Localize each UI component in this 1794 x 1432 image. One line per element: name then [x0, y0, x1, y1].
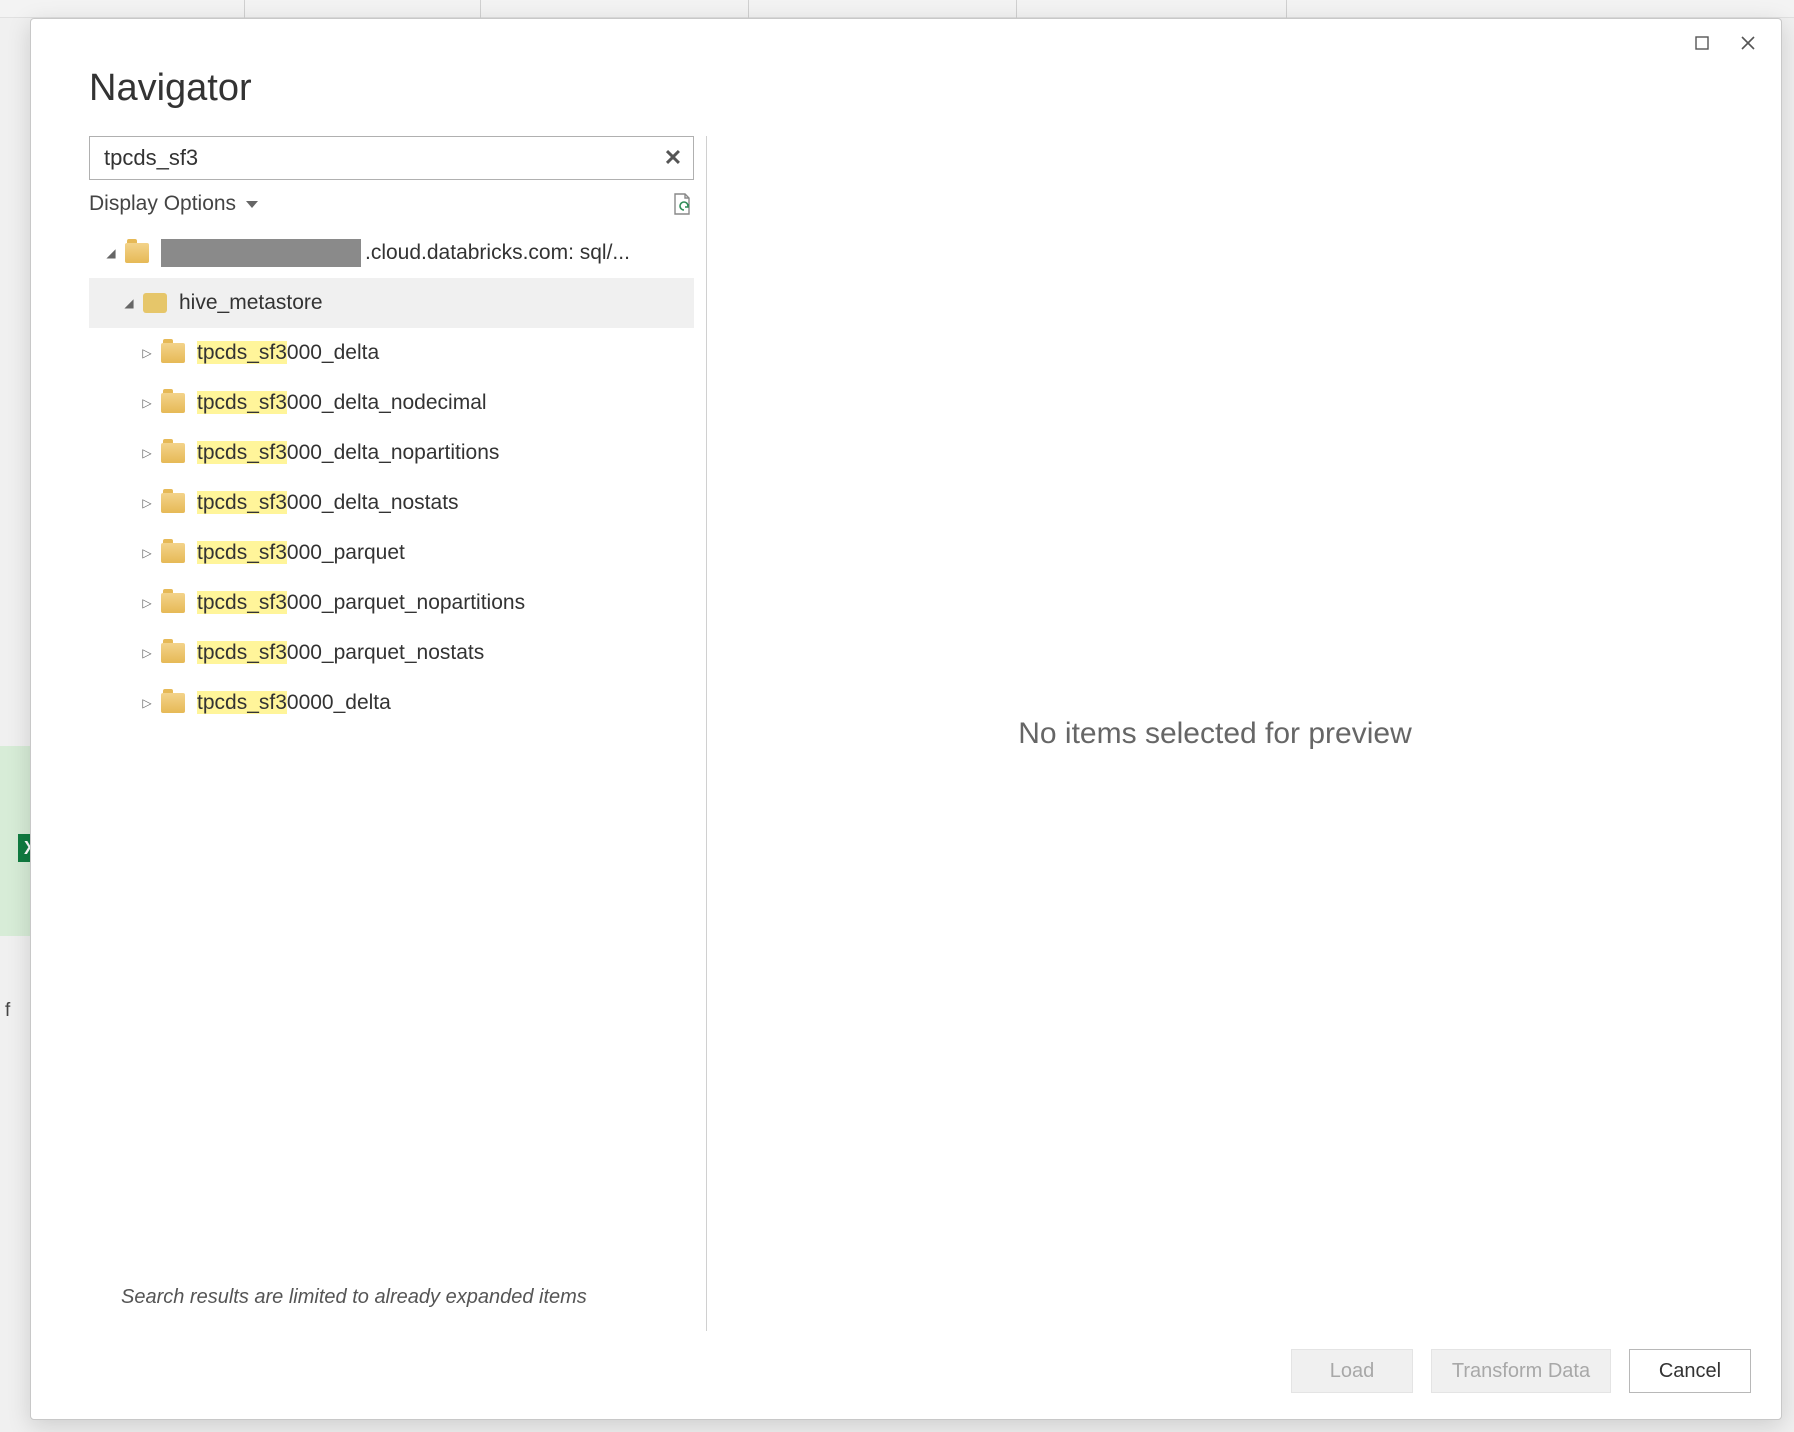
dialog-title: Navigator	[89, 67, 1781, 110]
search-input[interactable]	[89, 136, 694, 180]
close-icon	[1740, 35, 1756, 51]
tree-node-schema[interactable]: ▷ tpcds_sf3000_parquet_nostats	[89, 628, 694, 678]
folder-icon	[161, 443, 185, 463]
tree-node-schema[interactable]: ▷ tpcds_sf3000_delta_nopartitions	[89, 428, 694, 478]
ribbon-divider	[480, 0, 481, 18]
match-highlight: tpcds_sf3	[197, 691, 287, 714]
collapse-toggle-icon[interactable]: ◢	[103, 246, 119, 260]
expand-toggle-icon[interactable]: ▷	[139, 596, 155, 610]
folder-icon	[161, 343, 185, 363]
match-highlight: tpcds_sf3	[197, 391, 287, 414]
navigator-tree: ◢ .cloud.databricks.com: sql/... ◢ hive_…	[89, 224, 694, 1266]
match-highlight: tpcds_sf3	[197, 541, 287, 564]
metastore-label: hive_metastore	[179, 291, 323, 315]
schema-suffix: 000_delta_nodecimal	[287, 391, 487, 414]
display-options-dropdown[interactable]: Display Options	[89, 192, 258, 216]
connection-suffix: .cloud.databricks.com: sql/...	[365, 241, 630, 265]
schema-suffix: 000_delta	[287, 341, 379, 364]
folder-icon	[161, 643, 185, 663]
background-ribbon	[0, 0, 1794, 18]
redacted-host	[161, 239, 361, 267]
preview-empty-text: No items selected for preview	[1018, 717, 1412, 751]
ribbon-divider	[1286, 0, 1287, 18]
close-icon: ✕	[664, 145, 682, 171]
schema-suffix: 0000_delta	[287, 691, 391, 714]
chevron-down-icon	[246, 201, 258, 208]
load-button[interactable]: Load	[1291, 1349, 1413, 1393]
clear-search-button[interactable]: ✕	[660, 145, 686, 171]
dialog-footer: Load Transform Data Cancel	[31, 1331, 1781, 1419]
expand-toggle-icon[interactable]: ▷	[139, 446, 155, 460]
match-highlight: tpcds_sf3	[197, 641, 287, 664]
schema-suffix: 000_parquet	[287, 541, 405, 564]
tree-root-connection[interactable]: ◢ .cloud.databricks.com: sql/...	[89, 228, 694, 278]
tree-node-schema[interactable]: ▷ tpcds_sf3000_delta_nodecimal	[89, 378, 694, 428]
titlebar	[31, 19, 1781, 57]
close-button[interactable]	[1725, 27, 1771, 59]
tree-node-schema[interactable]: ▷ tpcds_sf3000_delta	[89, 328, 694, 378]
folder-icon	[161, 393, 185, 413]
database-icon	[143, 293, 167, 313]
tree-node-schema[interactable]: ▷ tpcds_sf30000_delta	[89, 678, 694, 728]
ribbon-divider	[244, 0, 245, 18]
expand-toggle-icon[interactable]: ▷	[139, 346, 155, 360]
ribbon-divider	[1016, 0, 1017, 18]
display-options-label: Display Options	[89, 192, 236, 216]
tree-node-schema[interactable]: ▷ tpcds_sf3000_parquet	[89, 528, 694, 578]
refresh-document-icon	[670, 192, 694, 216]
schema-suffix: 000_delta_nostats	[287, 491, 459, 514]
expand-toggle-icon[interactable]: ▷	[139, 696, 155, 710]
match-highlight: tpcds_sf3	[197, 491, 287, 514]
tree-node-metastore[interactable]: ◢ hive_metastore	[89, 278, 694, 328]
schema-suffix: 000_parquet_nopartitions	[287, 591, 525, 614]
folder-icon	[161, 693, 185, 713]
transform-data-button[interactable]: Transform Data	[1431, 1349, 1611, 1393]
expand-toggle-icon[interactable]: ▷	[139, 546, 155, 560]
match-highlight: tpcds_sf3	[197, 441, 287, 464]
search-note: Search results are limited to already ex…	[89, 1266, 694, 1331]
navigator-dialog: Navigator ✕ Display Options	[30, 18, 1782, 1420]
schema-suffix: 000_delta_nopartitions	[287, 441, 500, 464]
tree-node-schema[interactable]: ▷ tpcds_sf3000_delta_nostats	[89, 478, 694, 528]
maximize-button[interactable]	[1679, 27, 1725, 59]
ribbon-divider	[748, 0, 749, 18]
expand-toggle-icon[interactable]: ▷	[139, 496, 155, 510]
folder-icon	[161, 593, 185, 613]
expand-toggle-icon[interactable]: ▷	[139, 396, 155, 410]
background-char: f	[5, 1000, 10, 1022]
match-highlight: tpcds_sf3	[197, 591, 287, 614]
match-highlight: tpcds_sf3	[197, 341, 287, 364]
expand-toggle-icon[interactable]: ▷	[139, 646, 155, 660]
schema-suffix: 000_parquet_nostats	[287, 641, 484, 664]
folder-icon	[161, 493, 185, 513]
tree-node-schema[interactable]: ▷ tpcds_sf3000_parquet_nopartitions	[89, 578, 694, 628]
cancel-button[interactable]: Cancel	[1629, 1349, 1751, 1393]
folder-icon	[125, 243, 149, 263]
maximize-icon	[1694, 35, 1710, 51]
collapse-toggle-icon[interactable]: ◢	[121, 296, 137, 310]
folder-icon	[161, 543, 185, 563]
refresh-button[interactable]	[670, 192, 694, 216]
navigator-left-panel: ✕ Display Options	[89, 136, 707, 1331]
preview-panel: No items selected for preview	[707, 136, 1723, 1331]
